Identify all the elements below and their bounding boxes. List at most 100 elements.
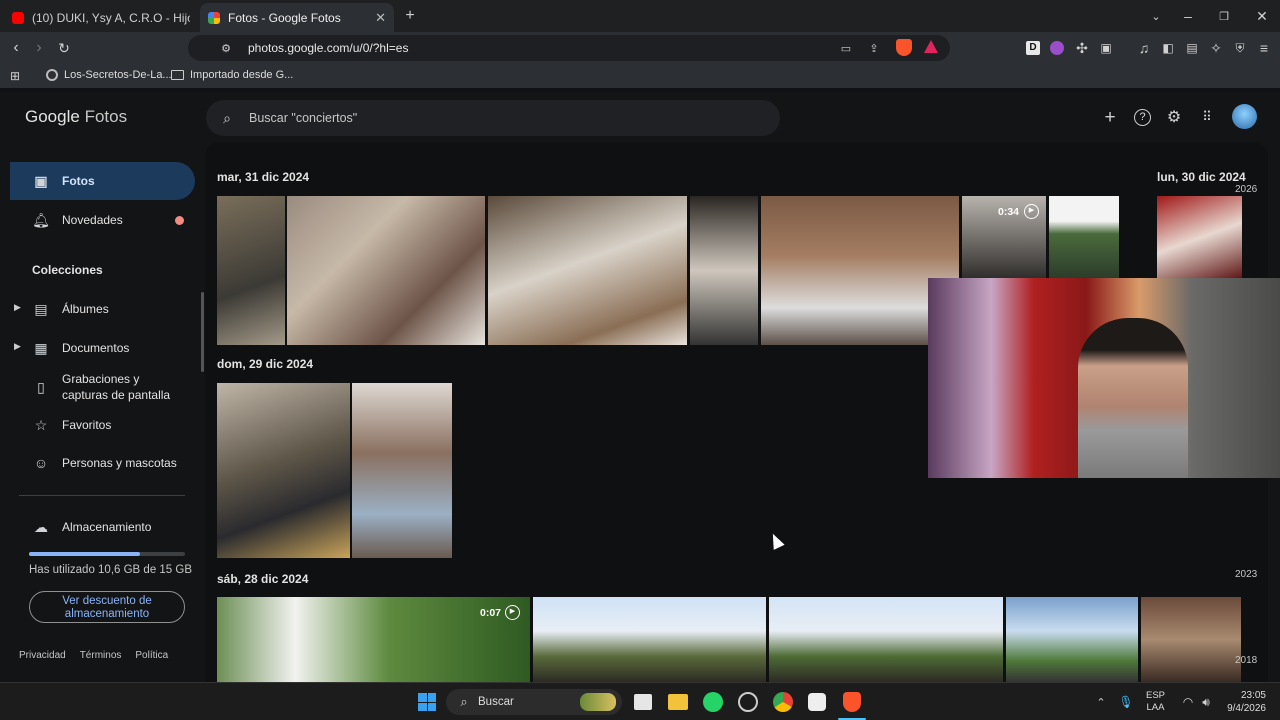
storage-bar xyxy=(29,552,185,556)
settings-gear-icon[interactable]: ⚙ xyxy=(1164,107,1184,127)
privacy-link[interactable]: Privacidad xyxy=(19,650,66,661)
sidebar-toggle-icon[interactable]: ◧ xyxy=(1159,39,1177,57)
sidebar-item-personas[interactable]: ☺ Personas y mascotas xyxy=(10,444,195,482)
microphone-icon[interactable]: 🎙︎ xyxy=(1118,694,1134,710)
chrome-icon[interactable] xyxy=(773,692,793,712)
globe-icon xyxy=(46,69,58,81)
scrubber-year[interactable]: 2018 xyxy=(1235,655,1257,666)
leo-ai-icon[interactable]: ✧ xyxy=(1207,39,1225,57)
photo-thumbnail[interactable] xyxy=(690,196,758,345)
bookmark-folder[interactable]: Importado desde G... xyxy=(171,69,293,81)
brave-rewards-icon[interactable] xyxy=(924,40,938,53)
face-icon: ☺ xyxy=(33,455,49,471)
photo-thumbnail[interactable] xyxy=(217,383,350,558)
bookmark-label: Importado desde G... xyxy=(190,69,294,81)
task-view-icon[interactable] xyxy=(634,694,652,710)
extension-d-icon[interactable]: D xyxy=(1026,41,1040,55)
sidebar-item-grabaciones[interactable]: ▯ Grabaciones y capturas de pantalla xyxy=(10,368,195,406)
photo-thumbnail[interactable] xyxy=(488,196,687,345)
photo-thumbnail[interactable] xyxy=(533,597,766,682)
menu-icon[interactable]: ≡ xyxy=(1255,39,1273,57)
bell-icon: 🔔︎ xyxy=(32,211,50,228)
site-info-icon[interactable]: ⚙ xyxy=(218,40,234,56)
wifi-icon[interactable]: ◠ xyxy=(1180,694,1196,710)
taskbar-search-label: Buscar xyxy=(478,696,514,708)
date-label: dom, 29 dic 2024 xyxy=(217,357,314,371)
close-window-icon[interactable]: ✕ xyxy=(1252,6,1272,26)
photo-thumbnail[interactable] xyxy=(287,196,485,345)
storage-discount-button[interactable]: Ver descuento de almacenamiento xyxy=(29,591,185,623)
minimize-icon[interactable]: – xyxy=(1178,6,1198,26)
footer-links: Privacidad Términos Política xyxy=(19,650,168,661)
apps-grid-icon[interactable]: ⊞ xyxy=(7,68,23,84)
sidebar-item-label: Documentos xyxy=(62,341,130,355)
sidebar-item-novedades[interactable]: 🔔︎ Novedades xyxy=(10,201,195,239)
tab-search-chevron-icon[interactable]: ⌄ xyxy=(1146,6,1166,26)
extension-purple-icon[interactable] xyxy=(1050,41,1064,55)
tab-capture-icon[interactable]: ▣ xyxy=(1097,39,1115,57)
wallet-icon[interactable]: ▤ xyxy=(1183,39,1201,57)
sidebar-item-label: Almacenamiento xyxy=(62,520,152,534)
expand-arrow-icon[interactable]: ▶ xyxy=(14,302,21,313)
photo-thumbnail[interactable] xyxy=(769,597,1003,682)
taskbar-search[interactable]: ⌕ Buscar xyxy=(446,689,622,715)
reload-icon[interactable]: ↻ xyxy=(54,38,74,58)
extensions-icon[interactable]: ✣ xyxy=(1073,39,1091,57)
help-icon[interactable]: ? xyxy=(1134,109,1151,126)
photo-thumbnail[interactable] xyxy=(1141,597,1241,682)
sidebar-item-almacenamiento[interactable]: ☁ Almacenamiento xyxy=(10,508,195,546)
close-tab-icon[interactable]: ✕ xyxy=(375,10,386,26)
share-icon[interactable]: ⇪ xyxy=(866,40,882,56)
vpn-shield-icon[interactable]: ⛨ xyxy=(1231,39,1249,57)
sidebar: ▣ Fotos 🔔︎ Novedades Colecciones ▶ ▤ Álb… xyxy=(0,92,205,682)
scrubber-year[interactable]: 2026 xyxy=(1235,184,1257,195)
sidebar-item-albumes[interactable]: ▶ ▤ Álbumes xyxy=(10,290,195,328)
photo-thumbnail[interactable] xyxy=(1049,196,1119,280)
forward-icon[interactable]: › xyxy=(29,38,49,58)
sidebar-scrollbar[interactable] xyxy=(201,292,204,372)
photo-thumbnail[interactable] xyxy=(1006,597,1138,682)
whatsapp-icon[interactable] xyxy=(703,692,723,712)
url-text: photos.google.com/u/0/?hl=es xyxy=(248,41,409,55)
expand-arrow-icon[interactable]: ▶ xyxy=(14,341,21,352)
file-explorer-icon[interactable] xyxy=(668,694,688,710)
create-plus-icon[interactable]: + xyxy=(1100,107,1120,128)
google-apps-icon[interactable]: ⠿ xyxy=(1197,107,1217,127)
photo-thumbnail[interactable] xyxy=(217,196,285,345)
cast-icon[interactable]: ▭ xyxy=(838,40,854,56)
account-avatar[interactable] xyxy=(1232,104,1257,129)
sidebar-item-fotos[interactable]: ▣ Fotos xyxy=(10,162,195,200)
search-bar[interactable]: ⌕ Buscar "conciertos" xyxy=(206,100,780,136)
volume-icon[interactable]: 🔊︎ xyxy=(1198,694,1214,710)
language-indicator[interactable]: ESP LAA xyxy=(1146,690,1165,714)
tab-google-photos[interactable]: Fotos - Google Fotos ✕ xyxy=(200,3,394,32)
back-icon[interactable]: ‹ xyxy=(6,38,26,58)
policy-link[interactable]: Política xyxy=(135,650,168,661)
bookmark-item[interactable]: Los-Secretos-De-La... xyxy=(46,69,172,81)
video-duration: 0:34 xyxy=(998,206,1020,218)
storage-text: Has utilizado 10,6 GB de 15 GB xyxy=(29,564,193,576)
new-tab-button[interactable]: + xyxy=(400,6,420,26)
terms-link[interactable]: Términos xyxy=(80,650,122,661)
music-icon[interactable]: ♫ xyxy=(1135,39,1153,57)
scrubber-year[interactable]: 2023 xyxy=(1235,569,1257,580)
photo-thumbnail[interactable] xyxy=(352,383,452,558)
brave-shields-icon[interactable] xyxy=(896,39,912,56)
youtube-icon xyxy=(12,11,24,24)
photo-icon: ▣ xyxy=(34,172,48,189)
video-thumbnail[interactable]: 0:34 ▶ xyxy=(962,196,1046,280)
address-bar[interactable]: ⚙ photos.google.com/u/0/?hl=es ▭ ⇪ xyxy=(188,35,950,61)
tray-overflow-icon[interactable]: ⌃ xyxy=(1093,694,1109,710)
clock[interactable]: 23:05 9/4/2026 xyxy=(1222,689,1266,715)
sidebar-item-favoritos[interactable]: ☆ Favoritos xyxy=(10,406,195,444)
capcut-icon[interactable] xyxy=(808,693,826,711)
video-thumbnail[interactable]: 0:07 ▶ xyxy=(217,597,530,682)
app-icon[interactable] xyxy=(738,692,758,712)
search-input[interactable]: Buscar "conciertos" xyxy=(249,111,357,125)
windows-start-icon[interactable] xyxy=(418,693,436,711)
photo-thumbnail[interactable] xyxy=(1157,196,1242,280)
sidebar-item-documentos[interactable]: ▶ ▦ Documentos xyxy=(10,329,195,367)
maximize-icon[interactable]: ❐ xyxy=(1214,6,1234,26)
tab-youtube[interactable]: (10) DUKI, Ysy A, C.R.O - Hijo de la N xyxy=(4,3,198,32)
brave-icon[interactable] xyxy=(843,692,861,712)
